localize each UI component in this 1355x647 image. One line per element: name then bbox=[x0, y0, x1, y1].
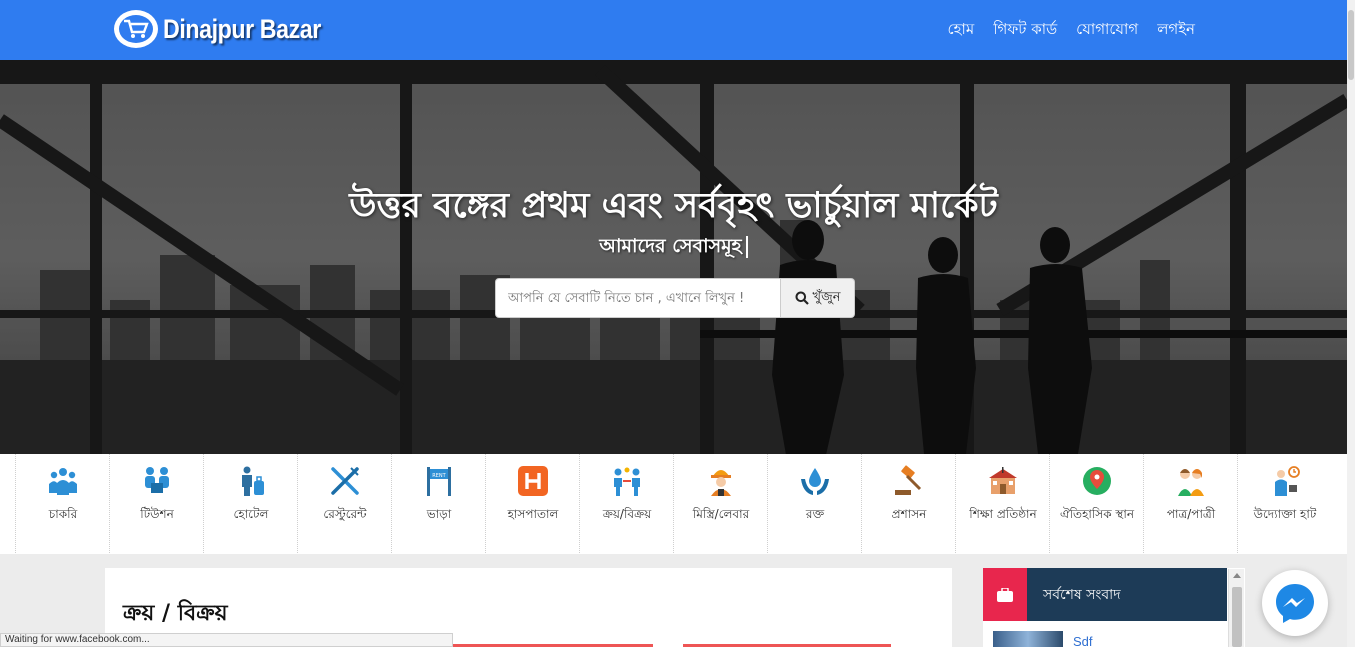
worker-icon bbox=[704, 464, 738, 498]
people-group-icon bbox=[46, 464, 80, 498]
hero-subtitle-text: আমাদের সেবাসমূহ bbox=[599, 235, 742, 257]
category-label: প্রশাসন bbox=[891, 507, 927, 521]
couple-icon bbox=[1174, 464, 1208, 498]
category-jobs[interactable]: চাকরি bbox=[15, 454, 109, 553]
category-label: হাসপাতাল bbox=[507, 507, 559, 521]
fork-knife-icon bbox=[328, 464, 362, 498]
browser-status-bar: Waiting for www.facebook.com... bbox=[0, 633, 453, 647]
category-label: পাত্র/পাত্রী bbox=[1166, 507, 1216, 521]
category-label: চাকরি bbox=[48, 507, 78, 521]
category-blood[interactable]: রক্ত bbox=[767, 454, 861, 553]
brand-name: Dinajpur Bazar bbox=[163, 13, 321, 44]
school-building-icon bbox=[986, 464, 1020, 498]
news-header: সর্বশেষ সংবাদ bbox=[983, 568, 1227, 621]
latest-news-panel: সর্বশেষ সংবাদ Sdf bbox=[983, 568, 1245, 647]
news-item-link[interactable]: Sdf bbox=[1073, 634, 1093, 647]
hero-title: উত্তর বঙ্গের প্রথম এবং সর্ববৃহৎ ভার্চুয়… bbox=[349, 185, 998, 226]
nav-home-link[interactable]: হোম bbox=[948, 18, 975, 43]
category-bride-groom[interactable]: পাত্র/পাত্রী bbox=[1143, 454, 1237, 553]
category-entrepreneur[interactable]: উদ্যোক্তা হাট bbox=[1237, 454, 1331, 553]
news-scroll-thumb[interactable] bbox=[1232, 587, 1242, 647]
top-navbar: Dinajpur Bazar হোম গিফট কার্ড যোগাযোগ লগ… bbox=[0, 0, 1347, 60]
blood-drop-hands-icon bbox=[798, 464, 832, 498]
category-label: রেস্টুরেন্ট bbox=[323, 507, 367, 521]
category-label: উদ্যোক্তা হাট bbox=[1253, 507, 1317, 521]
search-button[interactable]: খুঁজুন bbox=[781, 278, 855, 318]
service-categories-bar: চাকরি টিউশন হোটেল রেস্টুরেন্ট RENT ভাড়া… bbox=[0, 454, 1347, 554]
shopping-cart-logo-icon bbox=[114, 10, 158, 48]
news-title: সর্বশেষ সংবাদ bbox=[1043, 586, 1121, 603]
typing-caret bbox=[745, 236, 748, 258]
category-historic-places[interactable]: ঐতিহাসিক স্থান bbox=[1049, 454, 1143, 553]
briefcase-icon bbox=[983, 568, 1027, 621]
category-rent[interactable]: RENT ভাড়া bbox=[391, 454, 485, 553]
page-scrollbar[interactable] bbox=[1347, 0, 1355, 647]
news-scrollbar[interactable] bbox=[1228, 569, 1244, 647]
section-heading: ক্রয় / বিক্রয় bbox=[123, 600, 228, 626]
category-worker[interactable]: মিস্ত্রি/লেবার bbox=[673, 454, 767, 553]
category-label: ঐতিহাসিক স্থান bbox=[1059, 507, 1135, 521]
gavel-icon bbox=[892, 464, 926, 498]
nav-login-link[interactable]: লগইন bbox=[1157, 18, 1195, 43]
category-label: ক্রয়/বিক্রয় bbox=[602, 507, 652, 521]
buy-sell-icon bbox=[610, 464, 644, 498]
tuition-icon bbox=[140, 464, 174, 498]
map-pin-icon bbox=[1080, 464, 1114, 498]
nav-menu: হোম গিফট কার্ড যোগাযোগ লগইন bbox=[948, 18, 1195, 43]
category-label: মিস্ত্রি/লেবার bbox=[692, 507, 750, 521]
category-label: শিক্ষা প্রতিষ্ঠান bbox=[969, 507, 1037, 521]
nav-contact-link[interactable]: যোগাযোগ bbox=[1076, 18, 1138, 43]
category-label: টিউশন bbox=[140, 507, 174, 521]
brand-logo-link[interactable]: Dinajpur Bazar bbox=[113, 8, 347, 50]
category-tuition[interactable]: টিউশন bbox=[109, 454, 203, 553]
search-icon bbox=[795, 291, 809, 305]
category-label: ভাড়া bbox=[426, 507, 452, 521]
hotel-luggage-icon bbox=[234, 464, 268, 498]
category-label: হোটেল bbox=[233, 507, 269, 521]
search-button-label: খুঁজুন bbox=[812, 289, 841, 305]
nav-gift-card-link[interactable]: গিফট কার্ড bbox=[993, 18, 1057, 43]
svg-text:RENT: RENT bbox=[432, 473, 446, 479]
service-search-input[interactable] bbox=[495, 278, 781, 318]
category-label: রক্ত bbox=[805, 507, 825, 521]
category-buy-sell[interactable]: ক্রয়/বিক্রয় bbox=[579, 454, 673, 553]
category-restaurant[interactable]: রেস্টুরেন্ট bbox=[297, 454, 391, 553]
category-administration[interactable]: প্রশাসন bbox=[861, 454, 955, 553]
hospital-icon bbox=[516, 464, 550, 498]
for-rent-sign-icon: RENT bbox=[422, 464, 456, 498]
category-hospital[interactable]: হাসপাতাল bbox=[485, 454, 579, 553]
scroll-up-arrow-icon[interactable] bbox=[1233, 573, 1241, 578]
entrepreneur-icon bbox=[1268, 464, 1302, 498]
category-hotel[interactable]: হোটেল bbox=[203, 454, 297, 553]
messenger-icon bbox=[1276, 584, 1314, 623]
category-education[interactable]: শিক্ষা প্রতিষ্ঠান bbox=[955, 454, 1049, 553]
news-thumbnail[interactable] bbox=[993, 631, 1063, 647]
hero-banner: উত্তর বঙ্গের প্রথম এবং সর্ববৃহৎ ভার্চুয়… bbox=[0, 60, 1347, 454]
hero-subtitle: আমাদের সেবাসমূহ bbox=[0, 232, 1347, 264]
messenger-chat-button[interactable] bbox=[1262, 570, 1328, 636]
page-scroll-thumb[interactable] bbox=[1348, 10, 1354, 80]
service-search-form: খুঁজুন bbox=[495, 278, 855, 318]
